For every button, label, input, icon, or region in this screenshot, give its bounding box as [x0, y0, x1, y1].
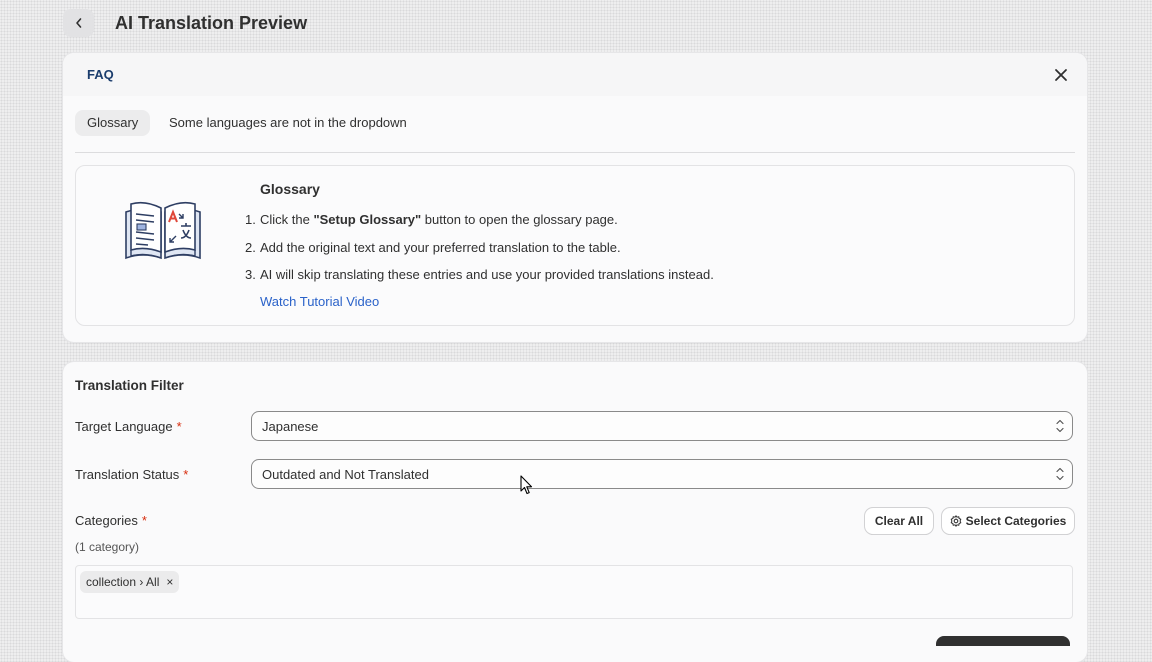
divider: [75, 152, 1075, 153]
target-language-label: Target Language *: [75, 419, 182, 434]
filter-title: Translation Filter: [75, 378, 184, 393]
glossary-step: 1. Click the "Setup Glossary" button to o…: [245, 212, 618, 227]
translation-status-select[interactable]: Outdated and Not Translated: [251, 459, 1073, 489]
translation-status-value: Outdated and Not Translated: [262, 467, 429, 482]
select-categories-button[interactable]: Select Categories: [942, 508, 1074, 534]
page-title: AI Translation Preview: [115, 12, 308, 33]
glossary-step: 2. Add the original text and your preferr…: [245, 239, 621, 255]
category-tags-box: collection › All ×: [75, 565, 1073, 619]
faq-title: FAQ: [87, 67, 114, 82]
faq-header: FAQ: [63, 53, 1087, 96]
back-chevron-icon: [75, 18, 81, 28]
clear-all-button[interactable]: Clear All: [865, 508, 933, 534]
chevron-updown-icon: [1056, 467, 1064, 481]
category-tag: collection › All ×: [80, 571, 180, 593]
page-header: AI Translation Preview: [63, 8, 307, 38]
remove-tag-icon[interactable]: ×: [166, 571, 173, 593]
chevron-updown-icon: [1056, 419, 1064, 433]
translation-status-label: Translation Status *: [75, 467, 189, 482]
back-button[interactable]: [63, 9, 94, 37]
glossary-steps: 1. Click the "Setup Glossary" button to o…: [245, 210, 714, 293]
close-icon[interactable]: [1053, 67, 1069, 83]
faq-tab-glossary[interactable]: Glossary: [75, 110, 151, 136]
mouse-cursor: [520, 475, 533, 495]
categories-label: Categories *: [75, 513, 147, 528]
target-language-value: Japanese: [262, 419, 319, 434]
faq-card: FAQ Glossary Some languages are not in t…: [63, 53, 1087, 342]
target-language-select[interactable]: Japanese: [251, 411, 1073, 441]
glossary-step: 3. AI will skip translating these entries…: [245, 267, 714, 282]
gear-icon: [950, 515, 961, 527]
book-translate-illustration: [125, 201, 201, 260]
watch-tutorial-link[interactable]: Watch Tutorial Video: [260, 294, 379, 309]
glossary-panel: Glossary 1. Click the "Setup Glossary" bu…: [75, 165, 1075, 326]
categories-count: (1 category): [75, 540, 140, 554]
translation-filter-card: Translation Filter Target Language * Japa…: [63, 362, 1087, 662]
faq-tab-languages[interactable]: Some languages are not in the dropdown: [169, 110, 407, 136]
glossary-heading: Glossary: [260, 181, 320, 197]
